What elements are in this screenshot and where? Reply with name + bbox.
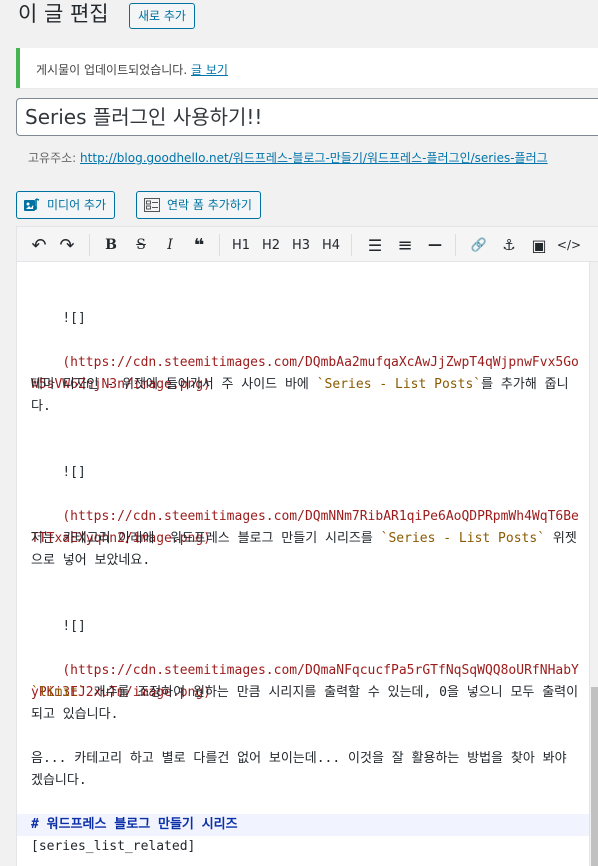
bullet-list-icon[interactable]: ☰: [365, 235, 385, 255]
heading4-icon[interactable]: H4: [321, 235, 341, 255]
form-icon: [144, 198, 160, 212]
add-contact-form-button[interactable]: 연락 폼 추가하기: [136, 191, 261, 219]
media-icon: [24, 198, 40, 211]
numbered-list-icon[interactable]: ≡: [395, 235, 415, 256]
notice-text: 게시물이 업데이트되었습니다.: [36, 63, 188, 77]
quote-icon[interactable]: ❝: [189, 235, 209, 256]
link-icon[interactable]: 🔗: [469, 235, 489, 255]
add-new-button[interactable]: 새로 추가: [129, 3, 195, 29]
shortcode-line: [series_list_related]: [31, 839, 196, 854]
post-title-input[interactable]: Series 플러그인 사용하기!!: [16, 98, 598, 136]
paragraph-1: 테마 디자인 - 위젯에 들어가서 주 사이드 바에 `Series - Lis…: [31, 377, 569, 414]
heading3-icon[interactable]: H3: [291, 235, 311, 255]
italic-icon[interactable]: I: [160, 235, 180, 255]
toolbar-divider: [89, 234, 90, 256]
permalink-label: 고유주소:: [28, 151, 77, 165]
toolbar-divider: [455, 234, 456, 256]
editor-toolbar: ↶ ↷ B S I ❝ H1 H2 H3 H4 ☰ ≡ — 🔗 ⚓ ▣ </>: [16, 226, 598, 262]
inline-code: `limit`: [31, 685, 86, 700]
code-icon[interactable]: </>: [557, 235, 581, 255]
paragraph-2: 저는 카테고리 아래에 워드프레스 블로그 만들기 시리즈를 `Series -…: [31, 531, 577, 568]
update-notice: 게시물이 업데이트되었습니다. 글 보기: [16, 48, 598, 88]
page-title: 이 글 편집: [18, 2, 109, 26]
heading2-icon[interactable]: H2: [261, 235, 281, 255]
inline-code: `Series - List Posts`: [380, 531, 546, 546]
permalink-url[interactable]: http://blog.goodhello.net/워드프레스-블로그-만들기/…: [80, 151, 548, 165]
permalink: 고유주소: http://blog.goodhello.net/워드프레스-블로…: [28, 149, 548, 166]
add-media-button[interactable]: 미디어 추가: [16, 191, 116, 219]
bold-icon[interactable]: B: [101, 235, 121, 255]
notice-message: 게시물이 업데이트되었습니다. 글 보기: [36, 61, 228, 78]
paragraph-3: `limit` 개수를 조정하여 원하는 만큼 시리지를 출력할 수 있는데, …: [31, 685, 586, 722]
view-post-link[interactable]: 글 보기: [191, 63, 228, 77]
heading1-icon[interactable]: H1: [231, 235, 251, 255]
horizontal-rule-icon[interactable]: —: [425, 235, 445, 255]
image-icon[interactable]: ▣: [529, 235, 549, 255]
editor-scrollbar-thumb[interactable]: [591, 687, 598, 866]
series-heading: # 워드프레스 블로그 만들기 시리즈: [31, 817, 238, 832]
markdown-editor[interactable]: ![] (https://cdn.steemitimages.com/DQmbA…: [16, 262, 590, 866]
add-media-label: 미디어 추가: [47, 198, 107, 212]
toolbar-divider: [351, 234, 352, 256]
add-contact-form-label: 연락 폼 추가하기: [167, 198, 252, 212]
undo-icon[interactable]: ↶: [29, 235, 49, 256]
anchor-icon[interactable]: ⚓: [499, 235, 519, 255]
inline-code: `Series - List Posts`: [316, 377, 482, 392]
toolbar-divider: [219, 234, 220, 256]
redo-icon[interactable]: ↷: [57, 235, 77, 256]
strikethrough-icon[interactable]: S: [131, 235, 151, 255]
paragraph-4: 음... 카테고리 하고 별로 다를건 없어 보이는데... 이것을 잘 활용하…: [31, 751, 575, 788]
